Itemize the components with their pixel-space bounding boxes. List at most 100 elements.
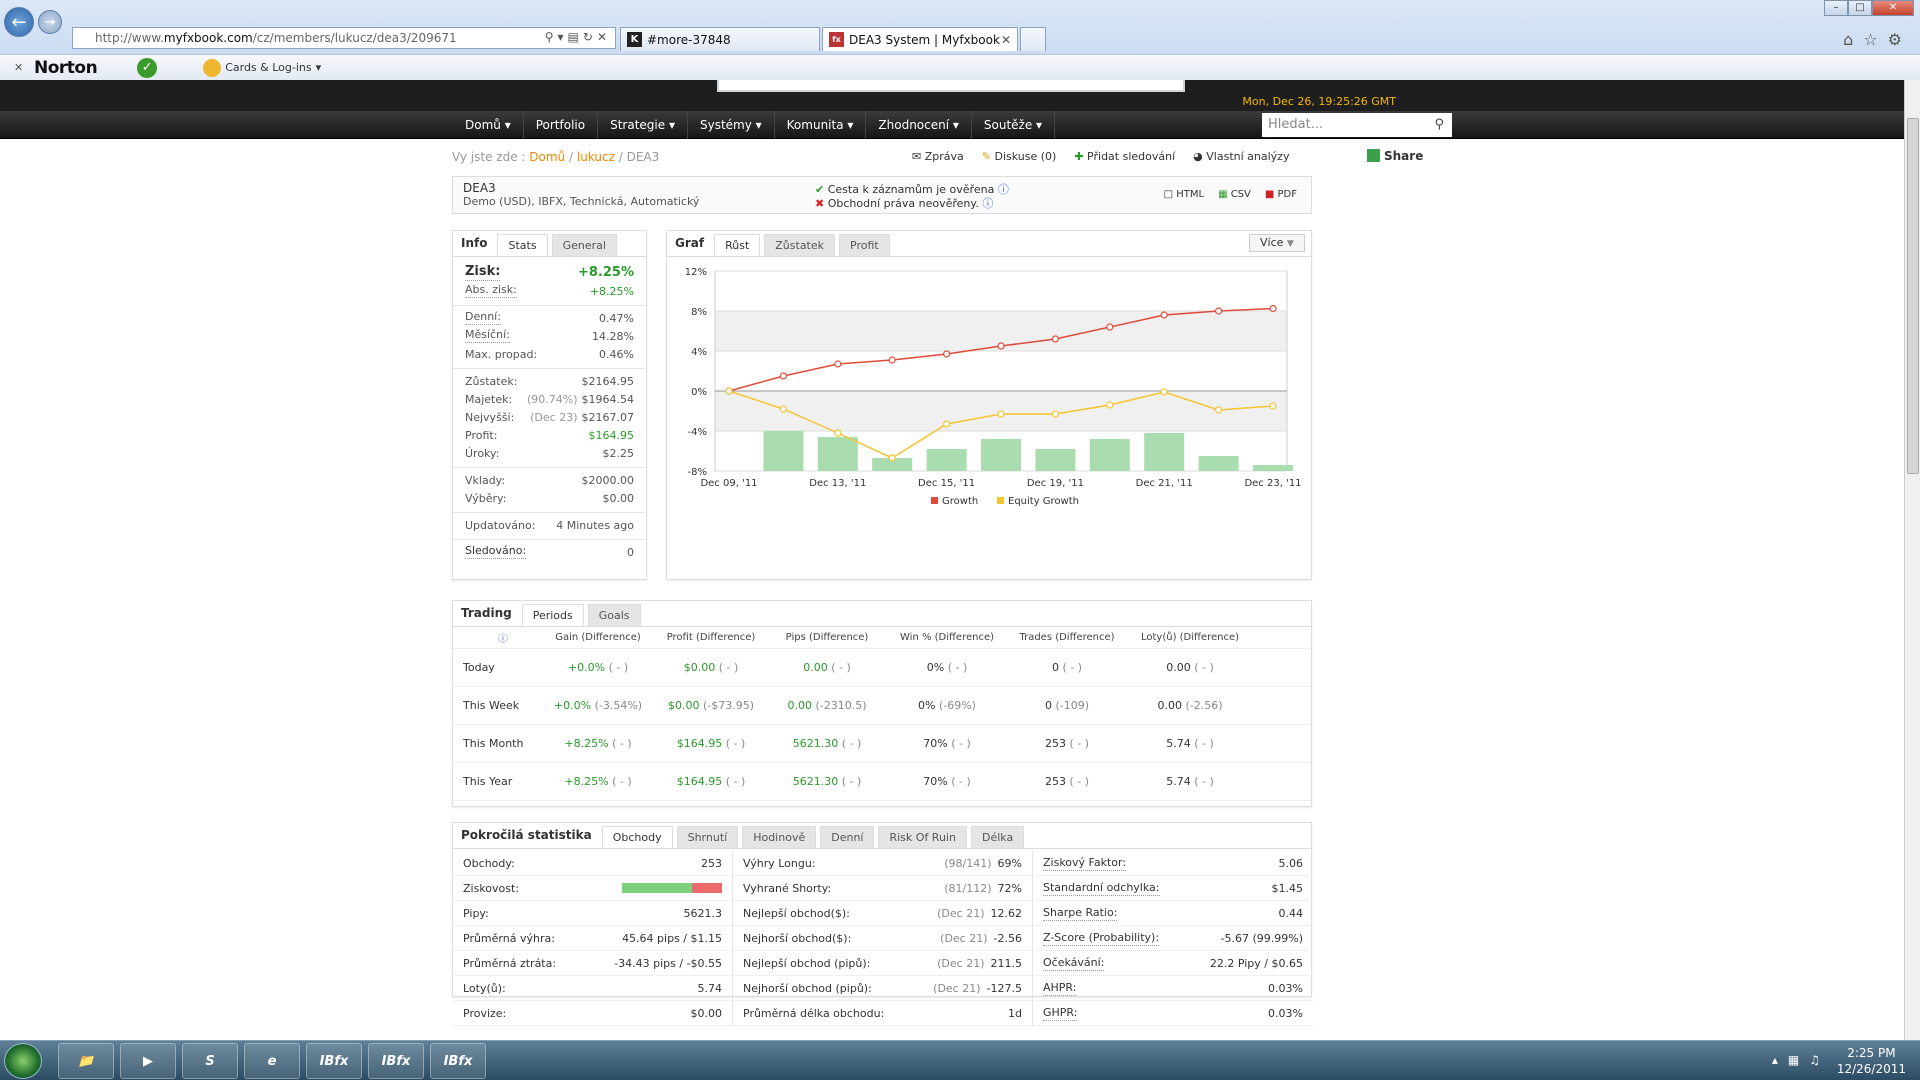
cell-difference: (-109) bbox=[1055, 699, 1090, 712]
col-trades: Trades (Difference) bbox=[1019, 632, 1115, 643]
tab-dea3[interactable]: fx DEA3 System | Myfxbook ✕ bbox=[822, 27, 1018, 51]
advanced-tab[interactable]: Obchody bbox=[601, 826, 673, 848]
profitability-win-fill bbox=[622, 883, 692, 893]
ad-banner[interactable] bbox=[717, 80, 1185, 92]
tab-stats[interactable]: Stats bbox=[497, 234, 548, 256]
export-csv[interactable]: ▦ CSV bbox=[1218, 189, 1251, 200]
help-icon[interactable]: ⓘ bbox=[998, 183, 1009, 196]
address-bar-buttons[interactable]: ⚲▾▤↻✕ bbox=[545, 30, 611, 44]
more-dropdown[interactable]: Více ▼ bbox=[1249, 234, 1305, 252]
stat-value: $1.45 bbox=[1272, 876, 1304, 900]
internet-explorer-icon[interactable]: e bbox=[244, 1043, 300, 1079]
close-tab-icon[interactable]: ✕ bbox=[1001, 33, 1011, 47]
cell-value: +0.0% bbox=[553, 699, 592, 712]
menu-item[interactable]: Strategie ▾ bbox=[598, 111, 688, 139]
menu-item[interactable]: Komunita ▾ bbox=[775, 111, 867, 139]
trading-tabs: Trading Periods Goals bbox=[453, 601, 1311, 627]
ibfx-app-icon[interactable]: IBfx bbox=[306, 1043, 362, 1079]
help-icon[interactable]: ⓘ bbox=[453, 630, 543, 645]
plot-band bbox=[715, 271, 1287, 311]
cell-difference: (-2310.5) bbox=[815, 699, 867, 712]
advanced-tab[interactable]: Shrnutí bbox=[676, 826, 739, 848]
browser-toolbar-icons[interactable]: ⌂☆⚙ bbox=[1843, 30, 1912, 49]
minimize-button[interactable]: – bbox=[1824, 0, 1848, 16]
analysis-link[interactable]: ◕ Vlastní analýzy bbox=[1193, 150, 1289, 163]
stat-number: 45.64 pips / $1.15 bbox=[622, 932, 722, 945]
scrollbar-thumb[interactable] bbox=[1907, 118, 1919, 474]
search-icon[interactable]: ⚲ bbox=[1434, 113, 1444, 137]
stat-label[interactable]: AHPR: bbox=[1043, 981, 1077, 996]
message-link[interactable]: ✉ Zpráva bbox=[912, 150, 964, 163]
more-label: Více bbox=[1260, 236, 1284, 249]
stat-label[interactable]: Sharpe Ratio: bbox=[1043, 906, 1118, 921]
data-point bbox=[943, 420, 951, 428]
tab-growth[interactable]: Růst bbox=[714, 234, 761, 256]
menu-item[interactable]: Soutěže ▾ bbox=[972, 111, 1056, 139]
new-tab-button[interactable] bbox=[1020, 27, 1046, 51]
stat-label: Nejlepší obchod (pipů): bbox=[743, 957, 871, 970]
menu-item[interactable]: Zhodnocení ▾ bbox=[866, 111, 972, 139]
breadcrumb-home[interactable]: Domů bbox=[529, 150, 565, 164]
export-pdf[interactable]: ■ PDF bbox=[1265, 189, 1297, 200]
skype-icon[interactable]: S bbox=[182, 1043, 238, 1079]
data-point bbox=[1051, 410, 1059, 418]
advanced-tab[interactable]: Risk Of Ruin bbox=[878, 826, 967, 848]
advanced-tab[interactable]: Délka bbox=[970, 826, 1025, 848]
menu-item[interactable]: Portfolio bbox=[524, 111, 599, 139]
col-profit: Profit (Difference) bbox=[666, 632, 756, 643]
advanced-tab[interactable]: Hodinově bbox=[742, 826, 817, 848]
stat-number: -2.56 bbox=[993, 932, 1022, 945]
close-window-button[interactable]: ✕ bbox=[1872, 0, 1914, 16]
cell-value: 70% bbox=[923, 775, 948, 788]
taskbar-clock[interactable]: 2:25 PM 12/26/2011 bbox=[1837, 1045, 1906, 1077]
site-header: Mon, Dec 26, 19:25:26 GMT bbox=[0, 80, 1904, 111]
stat-label[interactable]: Standardní odchylka: bbox=[1043, 881, 1160, 896]
share-button[interactable]: Share bbox=[1367, 149, 1423, 163]
tab-balance[interactable]: Zůstatek bbox=[764, 234, 836, 256]
cell-value: $164.95 bbox=[676, 737, 723, 750]
tab-periods[interactable]: Periods bbox=[521, 604, 584, 626]
ibfx-app-icon[interactable]: IBfx bbox=[430, 1043, 486, 1079]
norton-safe-icon[interactable]: ✓ bbox=[137, 57, 158, 78]
tab-general[interactable]: General bbox=[551, 234, 617, 256]
cell-value: 0.00 bbox=[1166, 661, 1191, 674]
tab-more[interactable]: K #more-37848 bbox=[620, 27, 820, 51]
tab-info[interactable]: Info bbox=[461, 236, 487, 256]
address-bar[interactable]: http://www. myfxbook.com/cz/members/lukuc… bbox=[72, 27, 616, 49]
stat-label[interactable]: Očekávání: bbox=[1043, 956, 1105, 971]
advanced-tab[interactable]: Denní bbox=[820, 826, 875, 848]
start-button[interactable] bbox=[4, 1043, 42, 1079]
menu-item[interactable]: Domů ▾ bbox=[453, 111, 524, 139]
forward-button[interactable]: → bbox=[38, 10, 62, 34]
maximize-button[interactable]: □ bbox=[1848, 0, 1872, 16]
explorer-icon[interactable]: 📁 bbox=[58, 1043, 114, 1079]
stat-label[interactable]: Z-Score (Probability): bbox=[1043, 931, 1160, 946]
help-icon[interactable]: ⓘ bbox=[982, 197, 993, 210]
tab-trading[interactable]: Trading bbox=[461, 606, 512, 626]
tab-graph[interactable]: Graf bbox=[675, 236, 704, 256]
stat-muted: (Dec 21) bbox=[937, 957, 985, 970]
close-toolbar-icon[interactable]: ✕ bbox=[14, 61, 23, 74]
follow-link[interactable]: ✚ Přidat sledování bbox=[1074, 150, 1175, 163]
page-scrollbar[interactable] bbox=[1904, 80, 1920, 1040]
advanced-tab[interactable]: Pokročilá statistika bbox=[461, 828, 592, 848]
stat-label[interactable]: GHPR: bbox=[1043, 1006, 1078, 1021]
back-button[interactable]: ← bbox=[4, 7, 34, 37]
search-input[interactable]: Hledat... ⚲ bbox=[1262, 113, 1452, 137]
cell-value: 0% bbox=[926, 661, 945, 674]
cell-difference: ( - ) bbox=[725, 775, 746, 788]
export-html[interactable]: □ HTML bbox=[1164, 189, 1204, 200]
menu-item[interactable]: Systémy ▾ bbox=[688, 111, 775, 139]
discussion-link[interactable]: ✎ Diskuse (0) bbox=[982, 150, 1057, 163]
watched-link[interactable]: Sledováno: bbox=[465, 544, 527, 559]
norton-logo[interactable]: Norton bbox=[34, 58, 98, 78]
stat-label[interactable]: Ziskový Faktor: bbox=[1043, 856, 1127, 871]
system-tray-icons[interactable]: ▴▦♫ bbox=[1772, 1053, 1830, 1067]
media-player-icon[interactable]: ▶ bbox=[120, 1043, 176, 1079]
cards-logins-button[interactable]: Cards & Log-ins ▾ bbox=[203, 58, 321, 77]
tab-goals[interactable]: Goals bbox=[587, 604, 641, 626]
breadcrumb-user[interactable]: lukucz bbox=[577, 150, 615, 164]
tab-profit[interactable]: Profit bbox=[839, 234, 890, 256]
export-pdf-label: PDF bbox=[1277, 189, 1297, 200]
ibfx-app-icon[interactable]: IBfx bbox=[368, 1043, 424, 1079]
